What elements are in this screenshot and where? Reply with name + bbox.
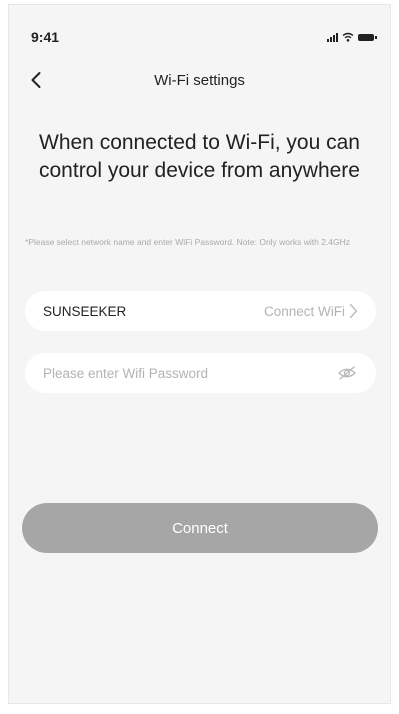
password-row — [25, 353, 376, 393]
back-button[interactable] — [23, 67, 49, 93]
headline-text: When connected to Wi-Fi, you can control… — [39, 131, 360, 182]
password-visibility-toggle[interactable] — [336, 362, 358, 384]
note-text: *Please select network name and enter Wi… — [25, 237, 351, 247]
status-icons — [327, 32, 377, 42]
connect-wifi-link[interactable]: Connect WiFi — [264, 303, 358, 319]
phone-screen: 9:41 Wi-Fi settings When connected to Wi… — [8, 4, 391, 704]
status-bar: 9:41 — [31, 27, 377, 47]
password-input[interactable] — [43, 365, 313, 381]
battery-icon — [358, 33, 377, 41]
wifi-icon — [342, 32, 354, 42]
chevron-right-icon — [349, 303, 358, 319]
connect-wifi-label: Connect WiFi — [263, 303, 345, 319]
page-title: Wi-Fi settings — [154, 71, 245, 89]
nav-bar: Wi-Fi settings — [9, 65, 390, 95]
status-time: 9:41 — [31, 29, 60, 45]
network-row[interactable]: SUNSEEKER Connect WiFi — [25, 291, 376, 331]
eye-off-icon — [338, 366, 356, 380]
connect-button[interactable]: Connect — [22, 503, 378, 553]
chevron-left-icon — [31, 72, 41, 88]
network-name: SUNSEEKER — [43, 303, 127, 319]
signal-icon — [327, 32, 338, 42]
